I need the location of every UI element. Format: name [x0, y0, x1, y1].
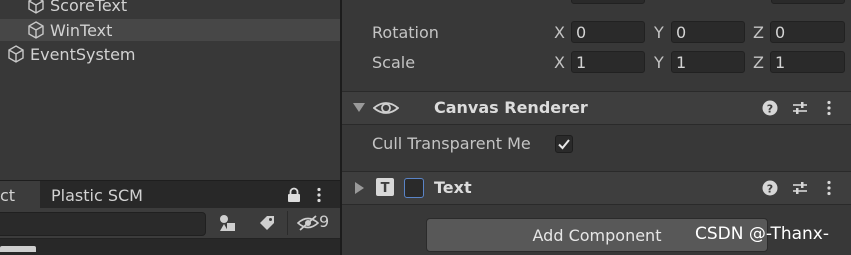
more-options-icon[interactable] — [316, 187, 322, 203]
add-component-label: Add Component — [532, 225, 662, 245]
rotation-y-field[interactable]: 0 — [671, 21, 745, 43]
hidden-packages-icon[interactable] — [297, 214, 319, 232]
canvas-renderer-title: Canvas Renderer — [434, 98, 588, 117]
tab-project[interactable]: ct — [0, 181, 40, 209]
rotation-label: Rotation — [372, 23, 439, 42]
hierarchy-item-eventsystem[interactable]: EventSystem — [6, 43, 340, 65]
scale-y-axis-label[interactable]: Y — [654, 53, 664, 72]
rotation-x-field[interactable]: 0 — [571, 21, 645, 43]
hierarchy-item-wintext[interactable]: WinText — [0, 19, 340, 41]
lock-icon[interactable] — [287, 187, 301, 203]
scale-z-axis-label[interactable]: Z — [753, 53, 764, 72]
filter-by-type-icon[interactable] — [218, 214, 238, 232]
rotation-x-axis-label[interactable]: X — [554, 23, 565, 42]
svg-text:?: ? — [767, 103, 773, 116]
hierarchy-item-scoretext[interactable]: ScoreText — [26, 0, 340, 16]
scale-z-field[interactable]: 1 — [770, 51, 845, 73]
rotation-z-axis-label[interactable]: Z — [753, 23, 764, 42]
eye-icon — [373, 99, 399, 117]
help-icon[interactable]: ? — [762, 180, 778, 196]
hierarchy-item-label: ScoreText — [50, 0, 128, 15]
help-icon[interactable]: ? — [762, 100, 778, 116]
project-panel: ct Plastic SCM 9 — [0, 180, 340, 255]
text-component-title: Text — [434, 178, 472, 197]
text-component-header[interactable]: T Text ? — [342, 171, 851, 205]
rotation-z-field[interactable]: 0 — [770, 21, 845, 43]
tab-label: Plastic SCM — [51, 185, 143, 205]
canvas-renderer-header[interactable]: Canvas Renderer ? — [342, 91, 851, 125]
tab-bar: ct Plastic SCM — [0, 180, 340, 209]
scale-y-field[interactable]: 1 — [671, 51, 745, 73]
cull-transparent-checkbox[interactable] — [555, 135, 573, 153]
cull-transparent-label: Cull Transparent Me — [372, 134, 531, 153]
search-input[interactable] — [0, 212, 206, 236]
text-component-icon: T — [376, 178, 394, 196]
rotation-y-axis-label[interactable]: Y — [654, 23, 664, 42]
assets-folder-partial — [0, 240, 60, 255]
hierarchy-panel: ScoreText WinText EventSystem — [0, 0, 340, 180]
watermark: CSDN @-Thanx- — [695, 224, 829, 244]
checkmark-icon — [558, 139, 570, 150]
text-component-enabled-checkbox[interactable] — [404, 178, 424, 198]
scale-x-axis-label[interactable]: X — [554, 53, 565, 72]
tab-label: ct — [0, 185, 16, 205]
presets-sliders-icon[interactable] — [792, 180, 808, 196]
tag-icon[interactable] — [258, 214, 276, 232]
svg-text:?: ? — [767, 183, 773, 196]
toolbar-separator — [287, 211, 288, 235]
hierarchy-item-label: WinText — [50, 20, 113, 40]
tab-plastic-scm[interactable]: Plastic SCM — [51, 181, 143, 209]
expand-arrow-down-icon[interactable] — [353, 103, 365, 113]
hierarchy-item-label: EventSystem — [30, 44, 136, 64]
inspector-panel: Rotation X 0 Y 0 Z 0 Scale X 1 Y 1 Z 1 C… — [342, 0, 851, 255]
hidden-count: 9 — [319, 212, 330, 231]
component-menu-icon[interactable] — [826, 100, 832, 116]
presets-sliders-icon[interactable] — [792, 100, 808, 116]
project-toolbar: 9 — [0, 208, 340, 239]
gameobject-cube-icon — [26, 0, 46, 15]
expand-arrow-right-icon[interactable] — [355, 182, 365, 194]
position-y-field[interactable] — [571, 0, 645, 4]
position-z-field[interactable] — [771, 0, 845, 4]
scale-x-field[interactable]: 1 — [571, 51, 645, 73]
gameobject-cube-icon — [26, 20, 46, 40]
component-menu-icon[interactable] — [826, 180, 832, 196]
scale-label: Scale — [372, 53, 416, 72]
gameobject-cube-icon — [6, 44, 26, 64]
svg-text:T: T — [381, 181, 390, 196]
